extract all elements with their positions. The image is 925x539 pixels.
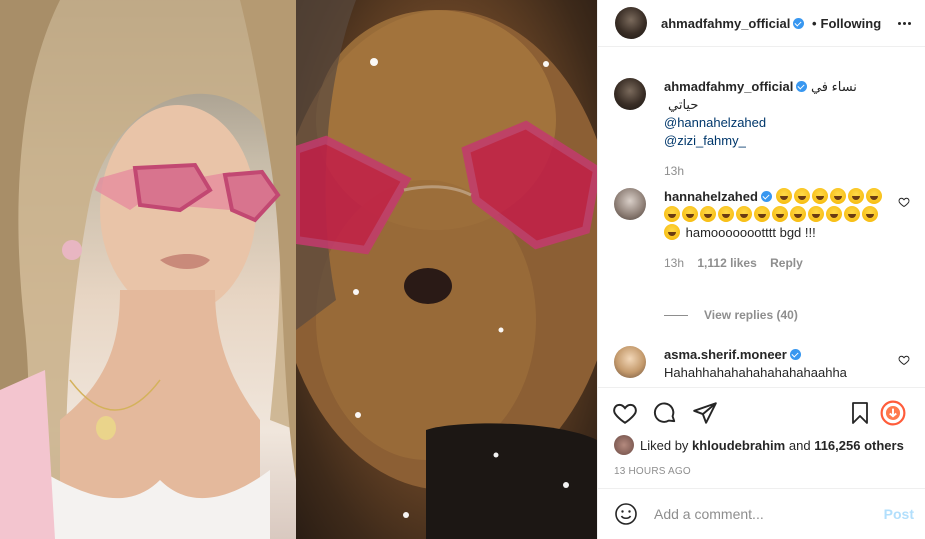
comment-text: Hahahhahahahahahahahaahha	[664, 365, 847, 380]
laughing-emoji-icon	[682, 206, 698, 222]
author-username[interactable]: ahmadfahmy_official • Following	[661, 16, 881, 31]
laughing-emoji-icon	[865, 188, 882, 204]
comment-item: asma.sherif.moneer Hahahhahahahahahahaha…	[614, 346, 914, 386]
laughing-emoji-icon	[775, 188, 792, 204]
bookmark-icon[interactable]	[848, 400, 872, 426]
verified-icon	[796, 81, 808, 92]
laughing-emoji-icon	[862, 206, 878, 222]
laughing-emoji-icon	[664, 206, 680, 222]
laughing-emoji-icon	[772, 206, 788, 222]
liker-username[interactable]: khloudebrahim	[692, 438, 785, 453]
laughing-emoji-icon	[793, 188, 810, 204]
laughing-emoji-icon	[718, 206, 734, 222]
laughing-emoji-icon	[847, 188, 864, 204]
heart-icon[interactable]	[612, 400, 638, 426]
action-row	[612, 400, 912, 428]
view-replies-button[interactable]: View replies (40)	[664, 308, 798, 322]
likes-summary: Liked by khloudebrahim and 116,256 other…	[614, 435, 904, 455]
caption-body: ahmadfahmy_official نساء في حياتي @hanna…	[664, 78, 894, 180]
photo-woman-sunglasses	[0, 0, 296, 539]
caption-avatar[interactable]	[614, 78, 646, 110]
save-badge-icon[interactable]	[880, 400, 906, 426]
laughing-emoji-icon	[811, 188, 828, 204]
post-button[interactable]: Post	[884, 506, 914, 522]
comments-list[interactable]: ahmadfahmy_official نساء في حياتي @hanna…	[598, 48, 925, 386]
comment-time[interactable]: 13h	[664, 256, 684, 270]
post-viewer: ahmadfahmy_official • Following ahmadfahm…	[0, 0, 925, 539]
view-replies-line	[664, 314, 688, 316]
commenter-avatar[interactable]	[614, 346, 646, 378]
comment-like-heart-icon[interactable]	[898, 196, 910, 208]
post-header: ahmadfahmy_official • Following	[598, 0, 925, 47]
author-avatar[interactable]	[615, 7, 647, 39]
header-separator: •	[811, 15, 817, 31]
comment-body: hannahelzahed hamoooooootttt bgd !!! 13h…	[664, 188, 894, 272]
laughing-emoji-icon	[664, 224, 680, 240]
caption: ahmadfahmy_official نساء في حياتي @hanna…	[614, 78, 914, 178]
mention-link[interactable]: @hannahelzahed	[664, 114, 894, 132]
verified-icon	[760, 191, 772, 202]
author-username-text[interactable]: ahmadfahmy_official	[661, 16, 790, 31]
comment-like-heart-icon[interactable]	[898, 354, 910, 366]
comment-text: hamoooooootttt bgd !!!	[685, 225, 816, 240]
view-replies-label[interactable]: View replies (40)	[704, 308, 798, 322]
liked-by-and: and	[788, 437, 811, 453]
comment-likes[interactable]: 1,112 likes	[697, 256, 756, 270]
comment-meta: 13h 1,112 likes Reply	[664, 254, 894, 272]
post-timestamp[interactable]: 13 HOURS AGO	[614, 466, 691, 477]
laughing-emoji-icon	[754, 206, 770, 222]
laughing-emoji-icon	[829, 188, 846, 204]
laughing-emoji-icon	[826, 206, 842, 222]
commenter-avatar[interactable]	[614, 188, 646, 220]
mention-link[interactable]: @zizi_fahmy_	[664, 132, 894, 150]
comment-input[interactable]: Add a comment...	[654, 506, 764, 522]
liked-by-prefix: Liked by	[640, 437, 689, 453]
add-comment-bar: Add a comment... Post	[598, 488, 925, 539]
post-media[interactable]	[0, 0, 597, 539]
comment-item: hannahelzahed hamoooooootttt bgd !!! 13h…	[614, 188, 914, 338]
following-button[interactable]: Following	[821, 16, 882, 31]
post-actions: Liked by khloudebrahim and 116,256 other…	[598, 387, 925, 487]
likes-count[interactable]: 116,256 others	[814, 438, 904, 453]
smile-icon[interactable]	[614, 502, 638, 526]
laughing-emoji-icon	[844, 206, 860, 222]
verified-icon	[789, 349, 801, 360]
liker-avatar[interactable]	[614, 435, 634, 455]
caption-meta: 13h	[664, 162, 894, 180]
caption-username[interactable]: ahmadfahmy_official	[664, 79, 793, 94]
post-sidebar: ahmadfahmy_official • Following ahmadfahm…	[597, 0, 925, 539]
comment-icon[interactable]	[652, 400, 678, 426]
more-options-icon[interactable]	[894, 13, 914, 33]
laughing-emoji-icon	[808, 206, 824, 222]
share-icon[interactable]	[692, 400, 718, 426]
laughing-emoji-icon	[790, 206, 806, 222]
verified-icon	[793, 17, 805, 29]
photo-dog-sunglasses	[296, 0, 597, 539]
caption-time[interactable]: 13h	[664, 164, 684, 178]
laughing-emoji-icon	[700, 206, 716, 222]
reply-button[interactable]: Reply	[770, 256, 803, 270]
comment-body: asma.sherif.moneer Hahahhahahahahahahaha…	[664, 346, 894, 382]
comment-username[interactable]: hannahelzahed	[664, 189, 758, 204]
laughing-emoji-icon	[736, 206, 752, 222]
comment-username[interactable]: asma.sherif.moneer	[664, 347, 787, 362]
